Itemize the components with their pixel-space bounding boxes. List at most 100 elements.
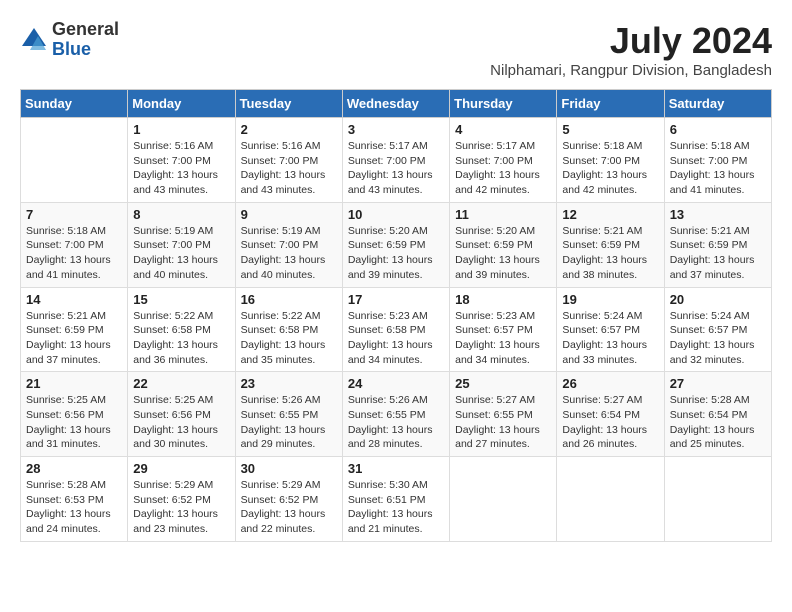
day-info: Sunrise: 5:23 AM Sunset: 6:58 PM Dayligh… [348, 309, 444, 368]
day-info: Sunrise: 5:27 AM Sunset: 6:55 PM Dayligh… [455, 393, 551, 452]
calendar-week-row: 21 Sunrise: 5:25 AM Sunset: 6:56 PM Dayli… [21, 372, 772, 457]
day-number: 5 [562, 122, 658, 137]
calendar-header-saturday: Saturday [664, 90, 771, 118]
day-number: 24 [348, 376, 444, 391]
day-number: 18 [455, 292, 551, 307]
day-number: 15 [133, 292, 229, 307]
calendar-cell: 16 Sunrise: 5:22 AM Sunset: 6:58 PM Dayli… [235, 287, 342, 372]
day-number: 3 [348, 122, 444, 137]
day-info: Sunrise: 5:22 AM Sunset: 6:58 PM Dayligh… [133, 309, 229, 368]
day-number: 2 [241, 122, 337, 137]
day-info: Sunrise: 5:21 AM Sunset: 6:59 PM Dayligh… [670, 224, 766, 283]
day-number: 22 [133, 376, 229, 391]
day-info: Sunrise: 5:29 AM Sunset: 6:52 PM Dayligh… [133, 478, 229, 537]
day-info: Sunrise: 5:25 AM Sunset: 6:56 PM Dayligh… [26, 393, 122, 452]
calendar-week-row: 14 Sunrise: 5:21 AM Sunset: 6:59 PM Dayli… [21, 287, 772, 372]
calendar-cell: 21 Sunrise: 5:25 AM Sunset: 6:56 PM Dayli… [21, 372, 128, 457]
day-number: 9 [241, 207, 337, 222]
day-info: Sunrise: 5:26 AM Sunset: 6:55 PM Dayligh… [348, 393, 444, 452]
calendar-table: SundayMondayTuesdayWednesdayThursdayFrid… [20, 89, 772, 542]
calendar-cell [664, 457, 771, 542]
day-info: Sunrise: 5:20 AM Sunset: 6:59 PM Dayligh… [455, 224, 551, 283]
calendar-cell: 18 Sunrise: 5:23 AM Sunset: 6:57 PM Dayli… [450, 287, 557, 372]
day-number: 27 [670, 376, 766, 391]
day-number: 23 [241, 376, 337, 391]
calendar-cell: 10 Sunrise: 5:20 AM Sunset: 6:59 PM Dayli… [342, 202, 449, 287]
day-info: Sunrise: 5:27 AM Sunset: 6:54 PM Dayligh… [562, 393, 658, 452]
day-number: 14 [26, 292, 122, 307]
calendar-cell: 11 Sunrise: 5:20 AM Sunset: 6:59 PM Dayli… [450, 202, 557, 287]
logo-blue: Blue [52, 40, 119, 60]
calendar-cell: 25Sunrise: 5:27 AM Sunset: 6:55 PM Dayli… [450, 372, 557, 457]
day-number: 6 [670, 122, 766, 137]
calendar-week-row: 1Sunrise: 5:16 AM Sunset: 7:00 PM Daylig… [21, 118, 772, 203]
calendar-cell: 19 Sunrise: 5:24 AM Sunset: 6:57 PM Dayli… [557, 287, 664, 372]
calendar-cell: 12 Sunrise: 5:21 AM Sunset: 6:59 PM Dayli… [557, 202, 664, 287]
day-info: Sunrise: 5:24 AM Sunset: 6:57 PM Dayligh… [562, 309, 658, 368]
calendar-cell: 30Sunrise: 5:29 AM Sunset: 6:52 PM Dayli… [235, 457, 342, 542]
calendar-cell: 13 Sunrise: 5:21 AM Sunset: 6:59 PM Dayli… [664, 202, 771, 287]
day-number: 13 [670, 207, 766, 222]
calendar-cell: 29 Sunrise: 5:29 AM Sunset: 6:52 PM Dayli… [128, 457, 235, 542]
logo-text: General Blue [52, 20, 119, 60]
calendar-cell: 15 Sunrise: 5:22 AM Sunset: 6:58 PM Dayli… [128, 287, 235, 372]
calendar-week-row: 28Sunrise: 5:28 AM Sunset: 6:53 PM Dayli… [21, 457, 772, 542]
calendar-cell: 9 Sunrise: 5:19 AM Sunset: 7:00 PM Daylig… [235, 202, 342, 287]
calendar-cell: 22 Sunrise: 5:25 AM Sunset: 6:56 PM Dayli… [128, 372, 235, 457]
day-number: 16 [241, 292, 337, 307]
day-info: Sunrise: 5:25 AM Sunset: 6:56 PM Dayligh… [133, 393, 229, 452]
calendar-header-tuesday: Tuesday [235, 90, 342, 118]
day-info: Sunrise: 5:21 AM Sunset: 6:59 PM Dayligh… [26, 309, 122, 368]
calendar-header-row: SundayMondayTuesdayWednesdayThursdayFrid… [21, 90, 772, 118]
day-number: 21 [26, 376, 122, 391]
day-info: Sunrise: 5:16 AM Sunset: 7:00 PM Dayligh… [241, 139, 337, 198]
day-number: 20 [670, 292, 766, 307]
day-number: 31 [348, 461, 444, 476]
calendar-cell: 14 Sunrise: 5:21 AM Sunset: 6:59 PM Dayli… [21, 287, 128, 372]
day-info: Sunrise: 5:29 AM Sunset: 6:52 PM Dayligh… [241, 478, 337, 537]
calendar-cell: 3Sunrise: 5:17 AM Sunset: 7:00 PM Daylig… [342, 118, 449, 203]
logo-general: General [52, 20, 119, 40]
calendar-header-wednesday: Wednesday [342, 90, 449, 118]
calendar-cell: 6Sunrise: 5:18 AM Sunset: 7:00 PM Daylig… [664, 118, 771, 203]
calendar-cell: 8Sunrise: 5:19 AM Sunset: 7:00 PM Daylig… [128, 202, 235, 287]
calendar-cell: 23 Sunrise: 5:26 AM Sunset: 6:55 PM Dayli… [235, 372, 342, 457]
day-info: Sunrise: 5:23 AM Sunset: 6:57 PM Dayligh… [455, 309, 551, 368]
day-info: Sunrise: 5:24 AM Sunset: 6:57 PM Dayligh… [670, 309, 766, 368]
day-number: 11 [455, 207, 551, 222]
day-number: 19 [562, 292, 658, 307]
calendar-cell: 17 Sunrise: 5:23 AM Sunset: 6:58 PM Dayli… [342, 287, 449, 372]
calendar-cell: 20 Sunrise: 5:24 AM Sunset: 6:57 PM Dayli… [664, 287, 771, 372]
day-number: 12 [562, 207, 658, 222]
day-info: Sunrise: 5:16 AM Sunset: 7:00 PM Dayligh… [133, 139, 229, 198]
month-year-title: July 2024 [490, 20, 772, 62]
day-info: Sunrise: 5:19 AM Sunset: 7:00 PM Dayligh… [133, 224, 229, 283]
calendar-cell: 24 Sunrise: 5:26 AM Sunset: 6:55 PM Dayli… [342, 372, 449, 457]
day-info: Sunrise: 5:28 AM Sunset: 6:53 PM Dayligh… [26, 478, 122, 537]
calendar-cell [557, 457, 664, 542]
day-number: 29 [133, 461, 229, 476]
day-info: Sunrise: 5:30 AM Sunset: 6:51 PM Dayligh… [348, 478, 444, 537]
day-info: Sunrise: 5:19 AM Sunset: 7:00 PM Dayligh… [241, 224, 337, 283]
calendar-cell [450, 457, 557, 542]
calendar-header-thursday: Thursday [450, 90, 557, 118]
day-info: Sunrise: 5:21 AM Sunset: 6:59 PM Dayligh… [562, 224, 658, 283]
calendar-cell: 27 Sunrise: 5:28 AM Sunset: 6:54 PM Dayli… [664, 372, 771, 457]
calendar-cell: 2 Sunrise: 5:16 AM Sunset: 7:00 PM Daylig… [235, 118, 342, 203]
day-number: 26 [562, 376, 658, 391]
day-info: Sunrise: 5:20 AM Sunset: 6:59 PM Dayligh… [348, 224, 444, 283]
day-info: Sunrise: 5:18 AM Sunset: 7:00 PM Dayligh… [562, 139, 658, 198]
day-info: Sunrise: 5:28 AM Sunset: 6:54 PM Dayligh… [670, 393, 766, 452]
calendar-cell: 1Sunrise: 5:16 AM Sunset: 7:00 PM Daylig… [128, 118, 235, 203]
title-area: July 2024 Nilphamari, Rangpur Division, … [490, 20, 772, 79]
day-number: 17 [348, 292, 444, 307]
calendar-header-monday: Monday [128, 90, 235, 118]
logo-icon [20, 26, 48, 54]
day-number: 10 [348, 207, 444, 222]
calendar-cell: 5 Sunrise: 5:18 AM Sunset: 7:00 PM Daylig… [557, 118, 664, 203]
day-info: Sunrise: 5:22 AM Sunset: 6:58 PM Dayligh… [241, 309, 337, 368]
calendar-header-friday: Friday [557, 90, 664, 118]
day-info: Sunrise: 5:17 AM Sunset: 7:00 PM Dayligh… [455, 139, 551, 198]
day-info: Sunrise: 5:26 AM Sunset: 6:55 PM Dayligh… [241, 393, 337, 452]
calendar-cell: 28Sunrise: 5:28 AM Sunset: 6:53 PM Dayli… [21, 457, 128, 542]
